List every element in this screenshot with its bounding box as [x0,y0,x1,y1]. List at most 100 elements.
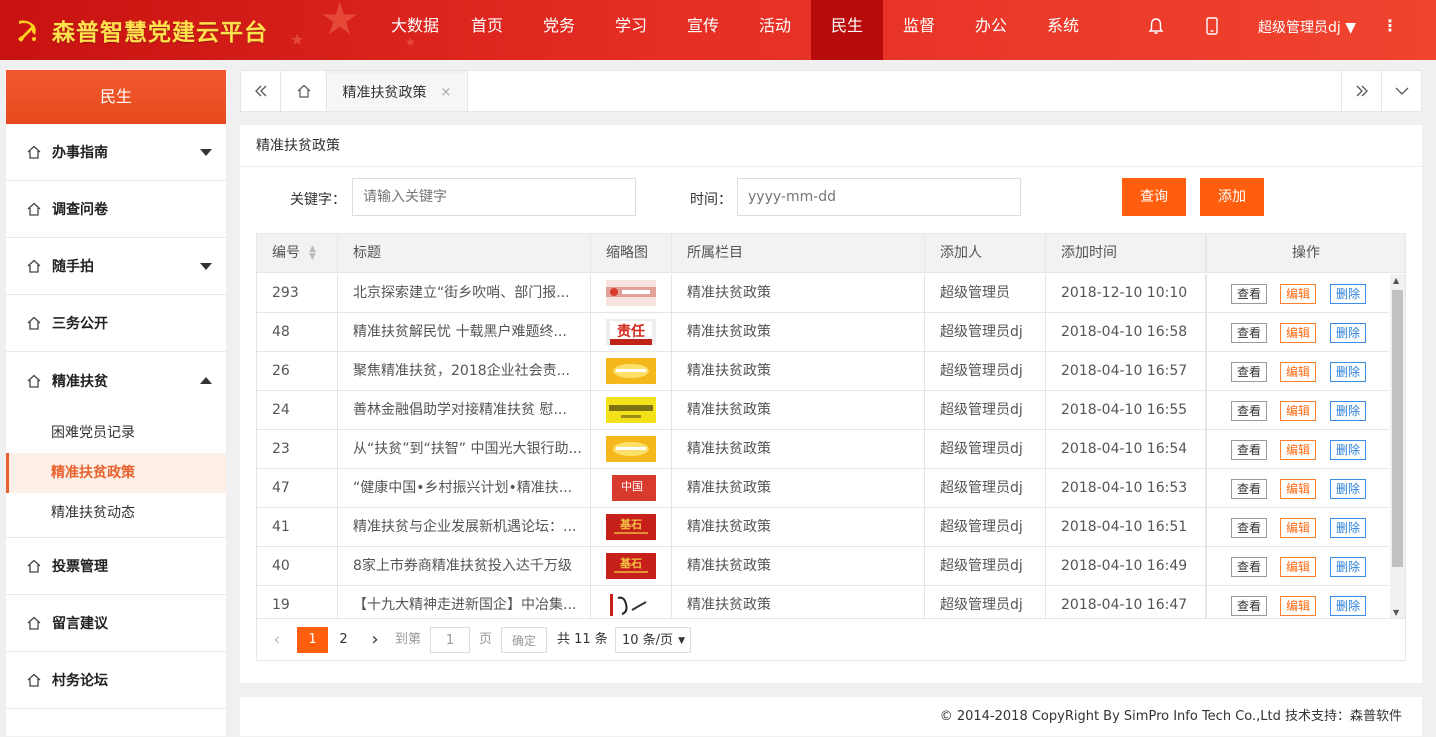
delete-button[interactable]: 删除 [1330,518,1366,538]
thumbnail-image[interactable]: 责任 [606,319,656,345]
view-button[interactable]: 查看 [1231,284,1267,304]
query-button[interactable]: 查询 [1122,178,1186,216]
view-button[interactable]: 查看 [1231,518,1267,538]
sidebar-item-service-guide[interactable]: 办事指南 [6,124,226,181]
delete-button[interactable]: 删除 [1330,479,1366,499]
edit-button[interactable]: 编辑 [1280,284,1316,304]
nav-item-bigdata[interactable]: 大数据 [379,0,451,60]
keyword-input[interactable] [352,178,636,216]
nav-item-publicity[interactable]: 宣传 [667,0,739,60]
home-icon [27,616,41,630]
more-vertical-icon[interactable]: ⋮ [1382,16,1398,35]
goto-confirm-button[interactable]: 确定 [501,627,547,653]
edit-button[interactable]: 编辑 [1280,596,1316,616]
delete-button[interactable]: 删除 [1330,284,1366,304]
thumbnail-image[interactable] [606,436,656,462]
time-input[interactable] [737,178,1021,216]
page-size-select[interactable]: 10 条/页 ▼ [615,627,691,653]
sidebar-item-village-forum[interactable]: 村务论坛 [6,652,226,709]
delete-button[interactable]: 删除 [1330,440,1366,460]
sidebar-item-affairs-public[interactable]: 三务公开 [6,295,226,352]
tabs-menu-chevron-down-icon[interactable] [1381,71,1421,111]
cell-category: 精准扶贫政策 [672,352,925,390]
cell-id: 26 [257,352,338,390]
edit-button[interactable]: 编辑 [1280,362,1316,382]
nav-item-party-affairs[interactable]: 党务 [523,0,595,60]
bell-icon[interactable] [1146,16,1166,36]
scroll-up-arrow-icon[interactable]: ▲ [1393,276,1399,285]
table-vertical-scrollbar[interactable]: ▲ ▼ [1390,274,1405,618]
nav-item-livelihood[interactable]: 民生 [811,0,883,60]
next-page-icon[interactable]: › [367,627,383,653]
table-row: 48 精准扶贫解民忧 十载黑户难题终... 责任 精准扶贫政策 超级管理员dj 2018-… [257,313,1389,352]
page-button-current[interactable]: 1 [297,627,328,653]
cell-time: 2018-04-10 16:54 [1046,430,1206,468]
delete-button[interactable]: 删除 [1330,596,1366,616]
nav-item-home[interactable]: 首页 [451,0,523,60]
page-button[interactable]: 2 [328,627,359,653]
home-tab-icon[interactable] [281,71,327,111]
app-logo[interactable]: 森普智慧党建云平台 [12,14,268,46]
view-button[interactable]: 查看 [1231,596,1267,616]
thumbnail-image[interactable] [606,397,656,423]
nav-item-office[interactable]: 办公 [955,0,1027,60]
thumbnail-image[interactable]: 基石 [606,553,656,579]
view-button[interactable]: 查看 [1231,401,1267,421]
chevron-down-icon: ▼ [1345,20,1357,36]
edit-button[interactable]: 编辑 [1280,440,1316,460]
thumbnail-image[interactable]: 中国 [606,475,656,501]
goto-page-input[interactable]: 1 [430,627,470,653]
cell-id: 24 [257,391,338,429]
prev-page-icon[interactable]: ‹ [269,627,285,653]
page-unit-label: 页 [479,632,493,647]
sidebar-item-poverty-alleviation[interactable]: 精准扶贫 [6,352,226,409]
sidebar-item-snapshot[interactable]: 随手拍 [6,238,226,295]
nav-item-study[interactable]: 学习 [595,0,667,60]
edit-button[interactable]: 编辑 [1280,557,1316,577]
view-button[interactable]: 查看 [1231,479,1267,499]
thumbnail-image[interactable]: 基石 [606,514,656,540]
delete-button[interactable]: 删除 [1330,557,1366,577]
sidebar-subitem-poverty-news[interactable]: 精准扶贫动态 [6,493,226,533]
sidebar: 民生 办事指南 调查问卷 随手拍 三务公开 精准扶贫 困难党员记录 精准扶贫政策… [6,70,226,736]
nav-item-activities[interactable]: 活动 [739,0,811,60]
mobile-icon[interactable] [1202,16,1222,36]
tabs-scroll-right-icon[interactable] [1341,71,1381,111]
tab-poverty-policy[interactable]: 精准扶贫政策 × [327,71,468,111]
sidebar-item-suggestions[interactable]: 留言建议 [6,595,226,652]
cell-actions: 查看 编辑 删除 [1206,274,1389,312]
sidebar-item-voting[interactable]: 投票管理 [6,538,226,595]
scrollbar-thumb[interactable] [1392,290,1403,567]
delete-button[interactable]: 删除 [1330,323,1366,343]
sidebar-item-label: 调查问卷 [52,202,108,218]
view-button[interactable]: 查看 [1231,323,1267,343]
delete-button[interactable]: 删除 [1330,362,1366,382]
nav-item-system[interactable]: 系统 [1027,0,1099,60]
edit-button[interactable]: 编辑 [1280,401,1316,421]
edit-button[interactable]: 编辑 [1280,479,1316,499]
thumbnail-image[interactable] [606,358,656,384]
thumbnail-image[interactable] [606,280,656,306]
close-icon[interactable]: × [441,85,452,100]
tabs-scroll-left-icon[interactable] [241,71,281,111]
thumbnail-image[interactable] [606,592,656,618]
add-button[interactable]: 添加 [1200,178,1264,216]
view-button[interactable]: 查看 [1231,362,1267,382]
sidebar-item-survey[interactable]: 调查问卷 [6,181,226,238]
cell-actions: 查看 编辑 删除 [1206,430,1389,468]
view-button[interactable]: 查看 [1231,557,1267,577]
sidebar-subitem-hardship-members[interactable]: 困难党员记录 [6,413,226,453]
sidebar-subitem-poverty-policy[interactable]: 精准扶贫政策 [6,453,226,493]
cell-thumbnail [591,274,672,312]
edit-button[interactable]: 编辑 [1280,323,1316,343]
nav-item-supervision[interactable]: 监督 [883,0,955,60]
edit-button[interactable]: 编辑 [1280,518,1316,538]
delete-button[interactable]: 删除 [1330,401,1366,421]
user-menu[interactable]: 超级管理员dj ▼ [1258,17,1356,37]
scroll-down-arrow-icon[interactable]: ▼ [1393,608,1399,617]
column-header-title: 标题 [338,234,591,273]
cell-title: 【十九大精神走进新国企】中冶集... [338,586,591,618]
cell-time: 2018-04-10 16:57 [1046,352,1206,390]
column-header-id[interactable]: 编号 ▲ ▼ [257,234,338,273]
view-button[interactable]: 查看 [1231,440,1267,460]
